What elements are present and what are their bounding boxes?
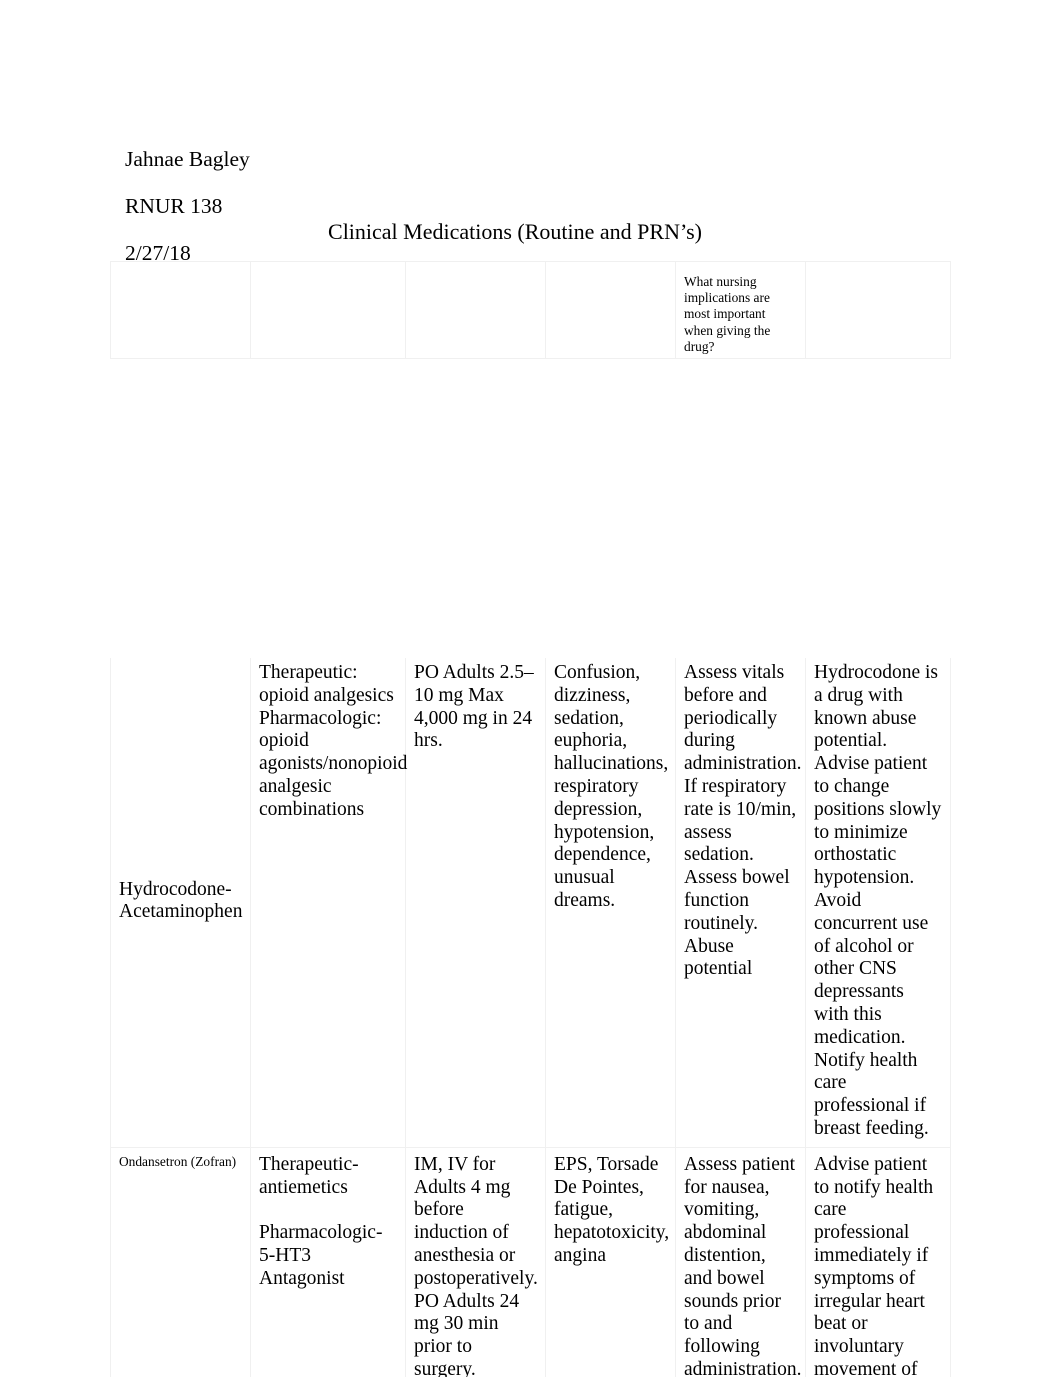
table-row: Hydrocodone-Acetaminophen Therapeutic: o… (110, 655, 951, 1148)
classification-pharmacologic: Pharmacologic: opioid agonists/nonopioid… (259, 707, 408, 820)
course-code: RNUR 138 (125, 193, 223, 218)
patient-teaching-paragraph: Advise patient to notify health care pro… (814, 1153, 934, 1377)
header-cell-dose (405, 261, 546, 359)
cell-dose: IM, IV for Adults 4 mg before induction … (405, 1146, 546, 1377)
cell-patient-teaching: Advise patient to notify health care pro… (805, 1146, 951, 1377)
document-page: Jahnae Bagley RNUR 138 2/27/18 Clinical … (0, 0, 1062, 1377)
header-label-patient-teaching (806, 262, 950, 274)
page-break-whitespace (100, 364, 962, 658)
nursing-implications-paragraph: Assess bowel function routinely. Abuse p… (684, 867, 790, 980)
cell-side-effects: Confusion, dizziness, sedation, euphoria… (545, 655, 676, 1148)
table-row: Ondansetron (Zofran) Therapeutic- antiem… (110, 1146, 951, 1377)
header-label-nursing-implications: What nursing implications are most impor… (684, 274, 771, 354)
dose-text: PO Adults 2.5– 10 mg Max 4,000 mg in 24 … (414, 662, 534, 752)
patient-teaching-paragraph: Hydrocodone is a drug with known abuse p… (814, 662, 942, 911)
patient-teaching-paragraph: concurrent use of alcohol or other CNS d… (814, 912, 929, 1139)
header-cell-classification (250, 261, 406, 359)
side-effects-text: Confusion, dizziness, sedation, euphoria… (554, 662, 669, 911)
classification-pharmacologic: Pharmacologic-5-HT3 Antagonist (259, 1222, 383, 1289)
drug-name-text: Hydrocodone-Acetaminophen (119, 878, 243, 923)
side-effects-text: EPS, Torsade De Pointes, fatigue, hepato… (554, 1153, 670, 1266)
header-label-side-effects (546, 262, 675, 274)
cell-side-effects: EPS, Torsade De Pointes, fatigue, hepato… (545, 1146, 676, 1377)
nursing-implications-paragraph: Assess vitals before and periodically du… (684, 662, 802, 866)
cell-classification: Therapeutic- antiemetics Pharmacologic-5… (250, 1146, 406, 1377)
dose-text: IM, IV for Adults 4 mg before induction … (414, 1153, 538, 1377)
header-label-dose (406, 262, 545, 274)
classification-therapeutic: Therapeutic: opioid analgesics (259, 662, 394, 706)
table-header-row: What nursing implications are most impor… (110, 261, 951, 359)
cell-dose: PO Adults 2.5– 10 mg Max 4,000 mg in 24 … (405, 655, 546, 1148)
cell-drug-name: Ondansetron (Zofran) (110, 1146, 251, 1377)
cell-patient-teaching: Hydrocodone is a drug with known abuse p… (805, 655, 951, 1148)
header-cell-drug (110, 261, 251, 359)
document-title: Clinical Medications (Routine and PRN’s) (328, 219, 702, 244)
cell-drug-name: Hydrocodone-Acetaminophen (110, 655, 251, 1148)
cell-nursing-implications: Assess patient for nausea, vomiting, abd… (675, 1146, 806, 1377)
header-cell-side-effects (545, 261, 676, 359)
drug-name-text: Ondansetron (Zofran) (119, 1153, 237, 1169)
student-name: Jahnae Bagley (125, 146, 250, 171)
classification-therapeutic: Therapeutic- antiemetics (259, 1153, 359, 1198)
header-label-classification (251, 262, 405, 274)
header-label-drug (111, 262, 250, 274)
header-cell-nursing-implications: What nursing implications are most impor… (675, 261, 806, 359)
header-cell-patient-teaching (805, 261, 951, 359)
cell-nursing-implications: Assess vitals before and periodically du… (675, 655, 806, 1148)
cell-classification: Therapeutic: opioid analgesics Pharmacol… (250, 655, 408, 1148)
nursing-implications-paragraph: Assess patient for nausea, vomiting, abd… (684, 1153, 802, 1377)
